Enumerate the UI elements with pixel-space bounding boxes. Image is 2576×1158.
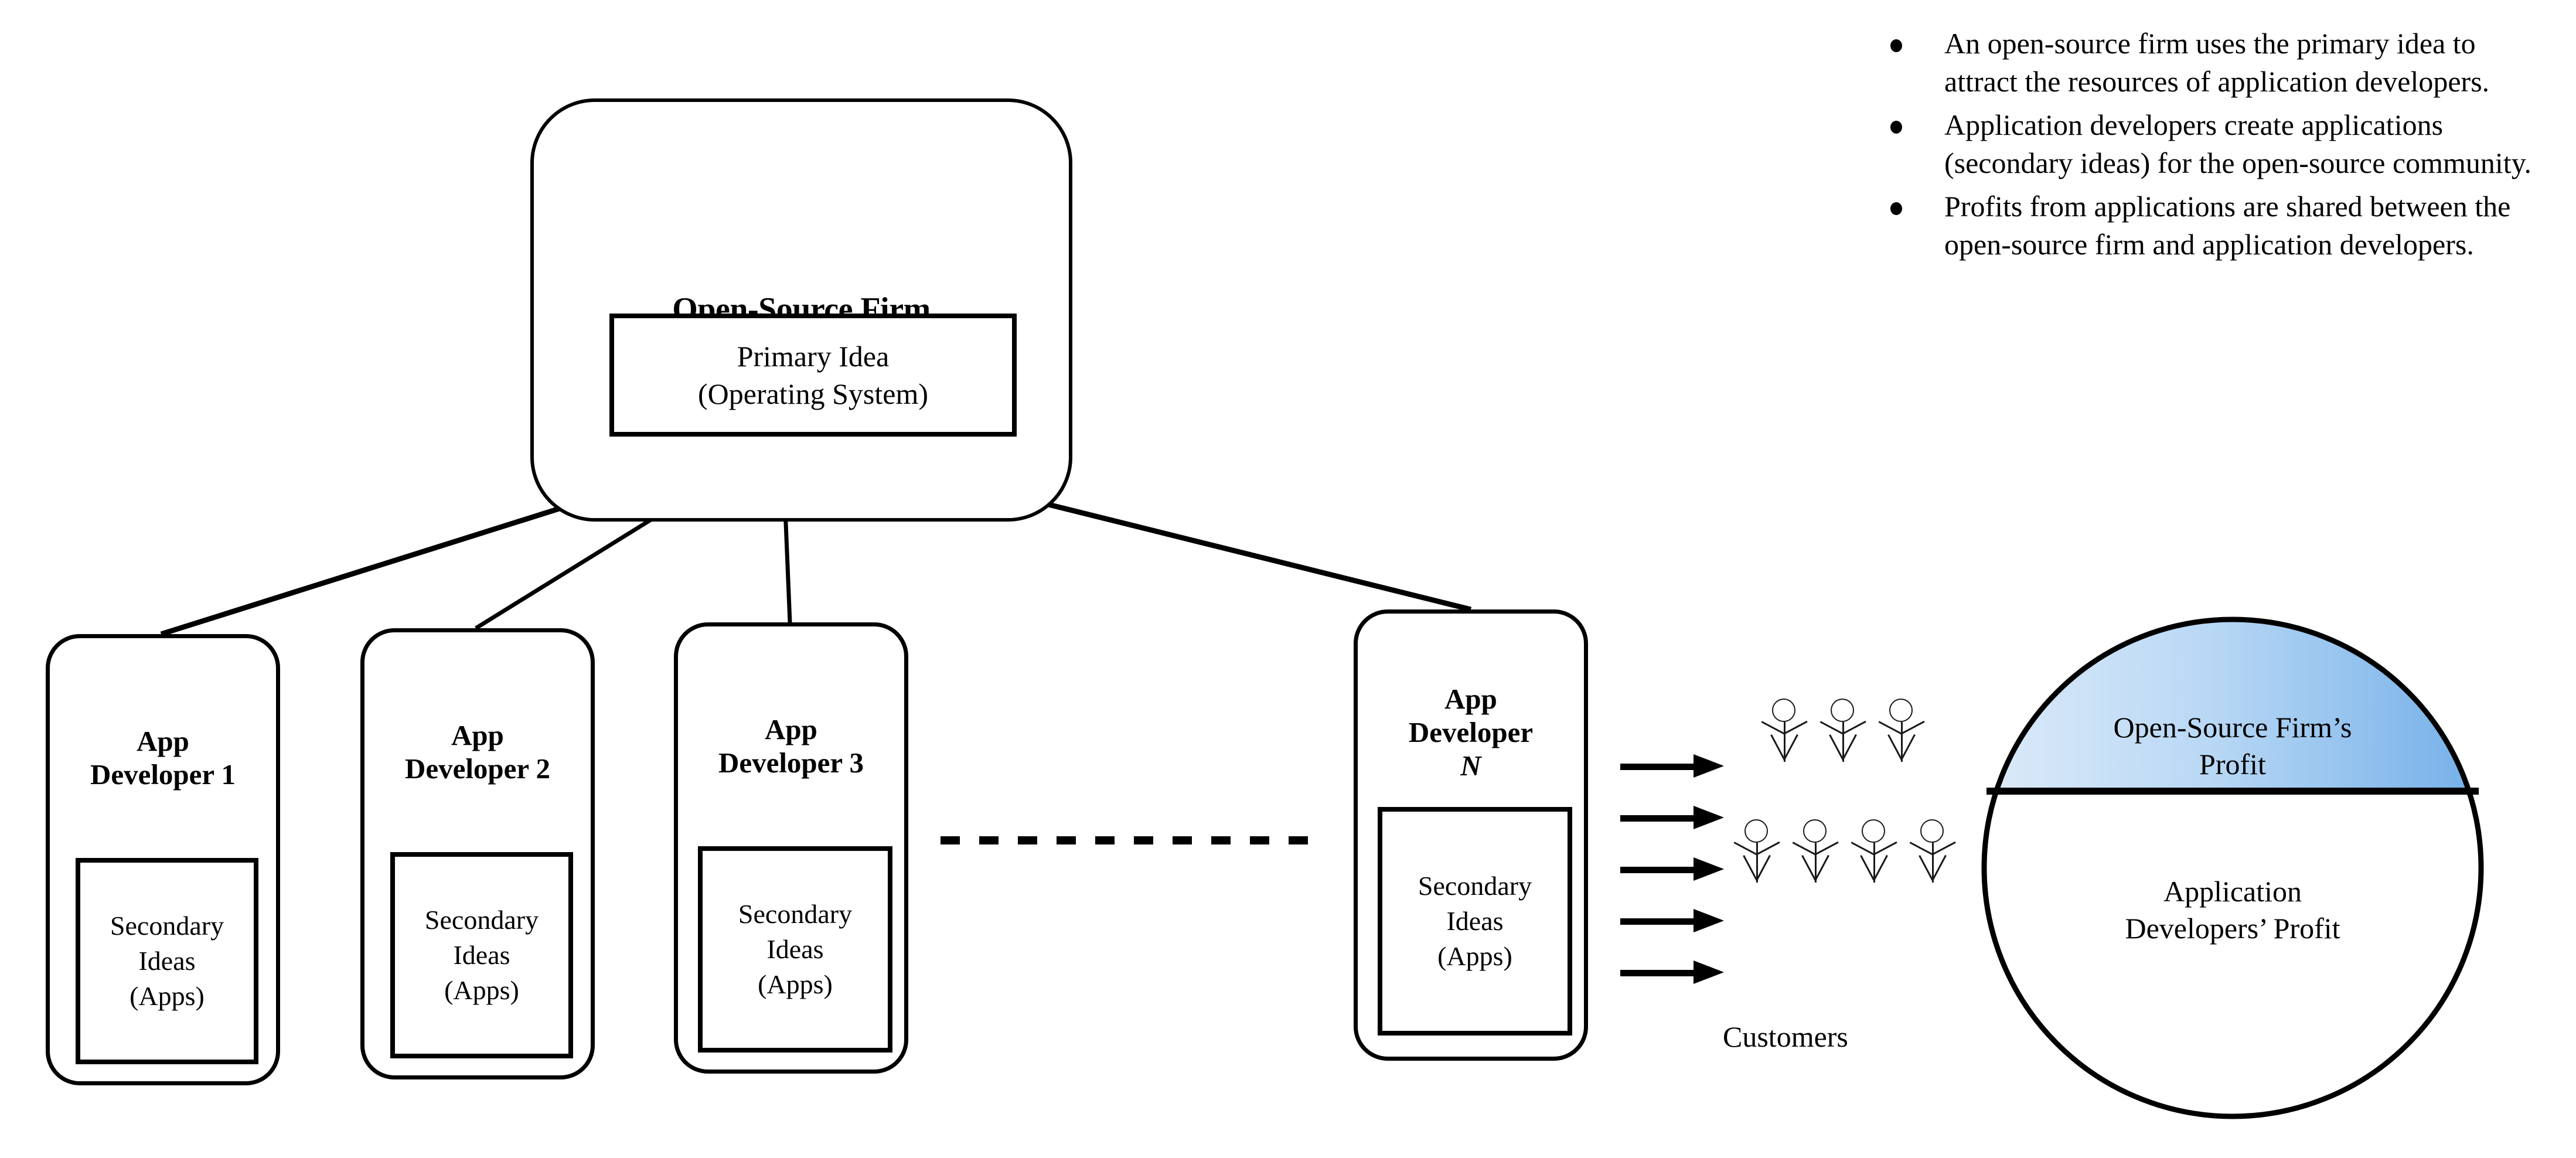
arrow-right-icon-4 [1620,909,1732,932]
secondary-ideas-2-line-3: (Apps) [444,975,519,1005]
person-icon [1818,699,1868,785]
app-developer-1-box: App Developer 1 Secondary Ideas (Apps) [46,634,280,1085]
profit-share-pie-chart: Open-Source Firm’s Profit Application De… [1981,615,2485,1120]
notes-bullet-list: An open-source firm uses the primary ide… [1875,25,2549,269]
bullet-item-2: Application developers create applicatio… [1890,106,2549,182]
person-icon [1907,819,1958,906]
secondary-ideas-3-line-2: Ideas [766,934,824,965]
secondary-ideas-box-3: Secondary Ideas (Apps) [698,846,892,1053]
customers-label: Customers [1723,1020,1848,1053]
secondary-ideas-1-line-1: Secondary [110,911,224,941]
app-developer-n-title-line-1: App [1444,683,1497,715]
app-developer-3-title-line-1: App [765,713,817,745]
secondary-ideas-n-line-1: Secondary [1418,871,1532,901]
app-developer-1-title-line-1: App [137,725,189,757]
app-developer-2-title: App Developer 2 [364,719,591,786]
primary-idea-line-1: Primary Idea [737,340,890,373]
person-icon [1732,819,1782,906]
arrow-right-icon-5 [1620,961,1732,984]
app-developer-n-title-line-3: N [1460,749,1481,782]
pie-firm-label-line-2: Profit [2199,748,2266,781]
app-developer-1-title: App Developer 1 [50,725,276,792]
secondary-ideas-n-line-3: (Apps) [1437,941,1512,971]
primary-idea-line-2: (Operating System) [698,377,928,410]
secondary-ideas-3-line-3: (Apps) [758,969,833,999]
arrow-right-icon-3 [1620,857,1732,881]
pie-firm-label-line-1: Open-Source Firm’s [2113,711,2352,744]
app-developer-n-title: App Developer N [1358,683,1584,782]
secondary-ideas-n-line-2: Ideas [1446,906,1504,936]
person-icon [1790,819,1841,906]
secondary-ideas-2-line-2: Ideas [453,940,510,970]
app-developer-3-box: App Developer 3 Secondary Ideas (Apps) [674,622,908,1074]
customers-row-bottom [1732,819,1958,906]
secondary-ideas-1-line-2: Ideas [138,946,196,976]
person-icon [1849,819,1899,906]
customers-row-top [1759,699,1927,785]
pie-svg [1981,617,2484,1119]
app-developer-n-box: App Developer N Secondary Ideas (Apps) [1354,609,1588,1061]
pie-dev-label-line-1: Application [2163,875,2302,908]
app-developer-2-title-line-2: Developer 2 [404,752,551,785]
app-developer-3-title-line-2: Developer 3 [718,746,864,779]
person-icon [1759,699,1810,785]
app-developer-3-title: App Developer 3 [678,713,904,780]
secondary-ideas-3-line-1: Secondary [738,899,853,929]
secondary-ideas-box-n: Secondary Ideas (Apps) [1378,807,1572,1036]
pie-slice-label-developers: Application Developers’ Profit [1981,873,2485,947]
app-developer-1-title-line-2: Developer 1 [90,758,236,791]
app-developer-2-box: App Developer 2 Secondary Ideas (Apps) [360,628,595,1079]
app-developer-n-title-line-2: Developer [1408,716,1534,748]
open-source-firm-box: Open-Source Firm [530,98,1072,522]
primary-idea-box: Primary Idea (Operating System) [609,314,1017,437]
secondary-ideas-1-line-3: (Apps) [130,980,205,1011]
diagram-canvas: Open-Source Firm Primary Idea (Operating… [0,0,2576,1158]
pie-slice-label-firm: Open-Source Firm’s Profit [1981,709,2485,783]
bullet-item-1: An open-source firm uses the primary ide… [1890,25,2549,100]
pie-dev-label-line-2: Developers’ Profit [2125,912,2340,945]
secondary-ideas-box-2: Secondary Ideas (Apps) [390,852,573,1058]
app-developer-2-title-line-1: App [451,719,504,751]
secondary-ideas-2-line-1: Secondary [424,905,539,935]
secondary-ideas-box-1: Secondary Ideas (Apps) [76,858,258,1064]
arrow-right-icon-2 [1620,806,1732,829]
person-icon [1876,699,1927,785]
arrow-right-icon-1 [1620,754,1732,778]
ellipsis-dashed-line [941,836,1327,844]
bullet-item-3: Profits from applications are shared bet… [1890,188,2549,263]
